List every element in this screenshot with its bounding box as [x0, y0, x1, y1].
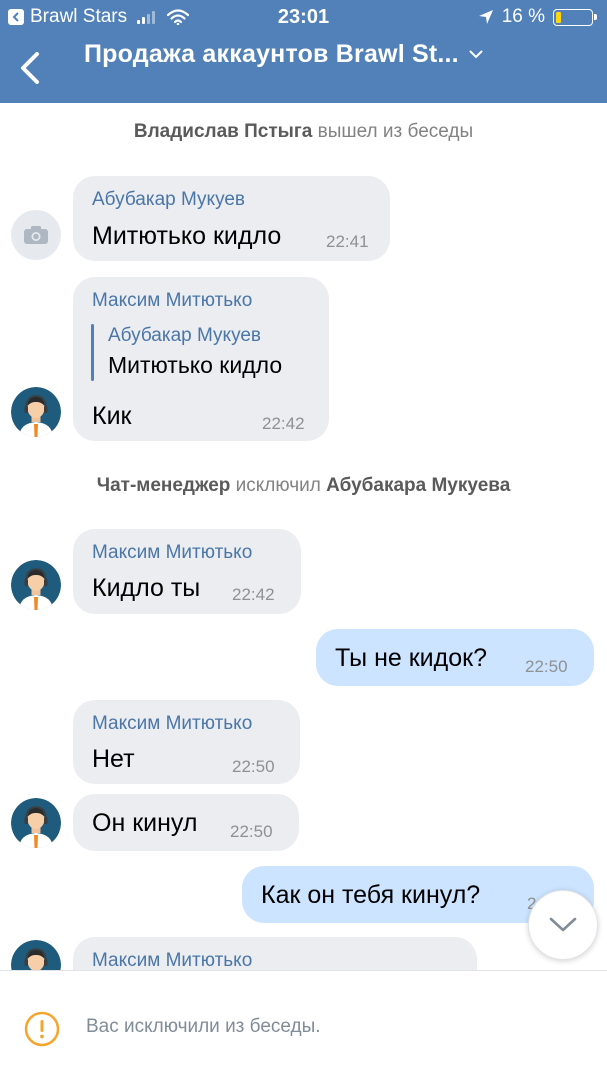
scroll-to-bottom-button[interactable]: [528, 890, 598, 960]
chat-header: Brawl Stars 23:01 16 % Продажа аккаунтов…: [0, 0, 607, 103]
message-time: 22:50: [230, 822, 273, 841]
message-bubble[interactable]: Абубакар Мукуев Митютько кидло 22:41: [73, 176, 390, 261]
chevron-left-icon: [21, 52, 39, 84]
sender-name[interactable]: Максим Митютько: [92, 542, 252, 564]
message-bubble[interactable]: Максим Митютько Кидло ты 22:42: [73, 529, 301, 614]
chat-footer: Вас исключили из беседы.: [0, 970, 607, 1080]
message-text: Как он тебя кинул?: [261, 881, 481, 909]
message-bubble[interactable]: Он кинул 22:50: [73, 794, 299, 851]
battery-icon: [553, 8, 597, 26]
system-message-kick: Чат-менеджер исключил Абубакара Мукуева: [0, 475, 607, 497]
user-avatar-icon: [11, 387, 61, 437]
chat-title-button[interactable]: Продажа аккаунтов Brawl St...: [84, 40, 483, 69]
sender-name[interactable]: Максим Митютько: [92, 713, 252, 735]
sender-name[interactable]: Абубакар Мукуев: [92, 189, 245, 211]
message-time: 22:42: [232, 585, 275, 604]
reply-quote-sender[interactable]: Абубакар Мукуев: [108, 325, 261, 347]
system-actor-name[interactable]: Чат-менеджер: [97, 475, 231, 496]
message-text: Кидло ты: [92, 574, 201, 602]
message-time: 22:50: [232, 757, 275, 776]
camera-icon: [24, 226, 48, 244]
kicked-notice: Вас исключили из беседы.: [86, 1016, 321, 1037]
status-bar: Brawl Stars 23:01 16 %: [0, 0, 607, 34]
user-avatar-icon: [11, 798, 61, 848]
battery-level: [556, 11, 561, 23]
message-time: 22:42: [262, 414, 305, 433]
message-text: Он кинул: [92, 809, 198, 837]
avatar[interactable]: [11, 560, 61, 610]
back-button[interactable]: [14, 48, 46, 88]
sender-name[interactable]: Максим Митютько: [92, 290, 252, 312]
message-time: 22:50: [525, 657, 568, 676]
reply-quote-text[interactable]: Митютько кидло: [108, 352, 282, 379]
warning-icon: [24, 1011, 60, 1047]
user-avatar-icon: [11, 560, 61, 610]
status-right: 16 %: [478, 6, 597, 28]
reply-quote-bar: [91, 324, 94, 381]
message-text: Нет: [92, 745, 135, 773]
avatar[interactable]: [11, 387, 61, 437]
message-text: Митютько кидло: [92, 222, 282, 250]
chat-title: Продажа аккаунтов Brawl St...: [84, 40, 459, 68]
avatar-placeholder[interactable]: [11, 210, 61, 260]
message-text: Ты не кидок?: [335, 644, 487, 672]
system-target-name[interactable]: Абубакара Мукуева: [326, 475, 510, 496]
system-action: исключил: [235, 475, 321, 496]
battery-percent: 16 %: [501, 6, 545, 27]
message-time: 22:41: [326, 232, 369, 251]
chevron-down-icon: [549, 917, 577, 932]
message-bubble[interactable]: Максим Митютько Абубакар Мукуев Митютько…: [73, 277, 329, 441]
system-message-left: Владислав Пстыга вышел из беседы: [0, 121, 607, 143]
chevron-down-icon: [469, 50, 483, 59]
avatar[interactable]: [11, 798, 61, 848]
system-actor-name[interactable]: Владислав Пстыга: [134, 121, 313, 142]
message-bubble[interactable]: Максим Митютько Нет 22:50: [73, 700, 300, 784]
system-action: вышел из беседы: [317, 121, 474, 142]
sender-name[interactable]: Максим Митютько: [92, 950, 252, 972]
location-arrow-icon: [478, 9, 494, 25]
outgoing-message-bubble[interactable]: Ты не кидок? 22:50: [316, 629, 594, 686]
message-text: Кик: [92, 402, 132, 430]
